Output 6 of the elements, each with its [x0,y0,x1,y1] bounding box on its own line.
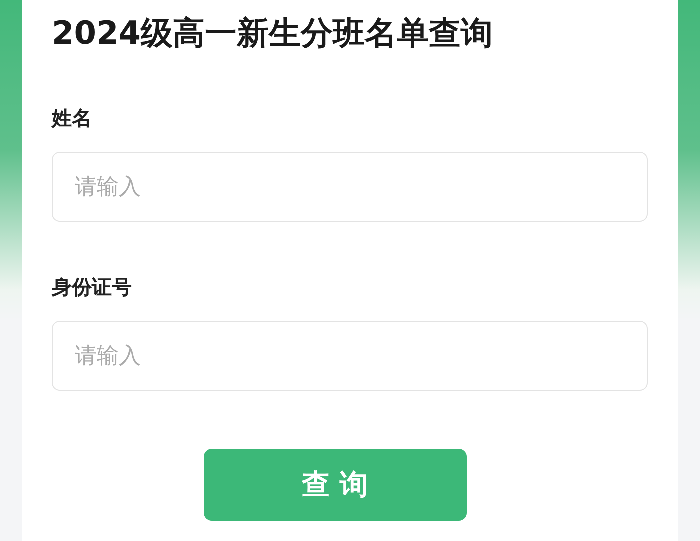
input-field[interactable]: 请输入 [52,321,648,391]
page-title: 2024级高一新生分班名单查询 [52,13,494,54]
field-label: 姓名 [52,105,93,131]
query-button[interactable]: 查 询 [204,449,466,521]
input-field[interactable]: 请输入 [52,152,648,222]
field-label: 身份证号 [52,274,133,300]
